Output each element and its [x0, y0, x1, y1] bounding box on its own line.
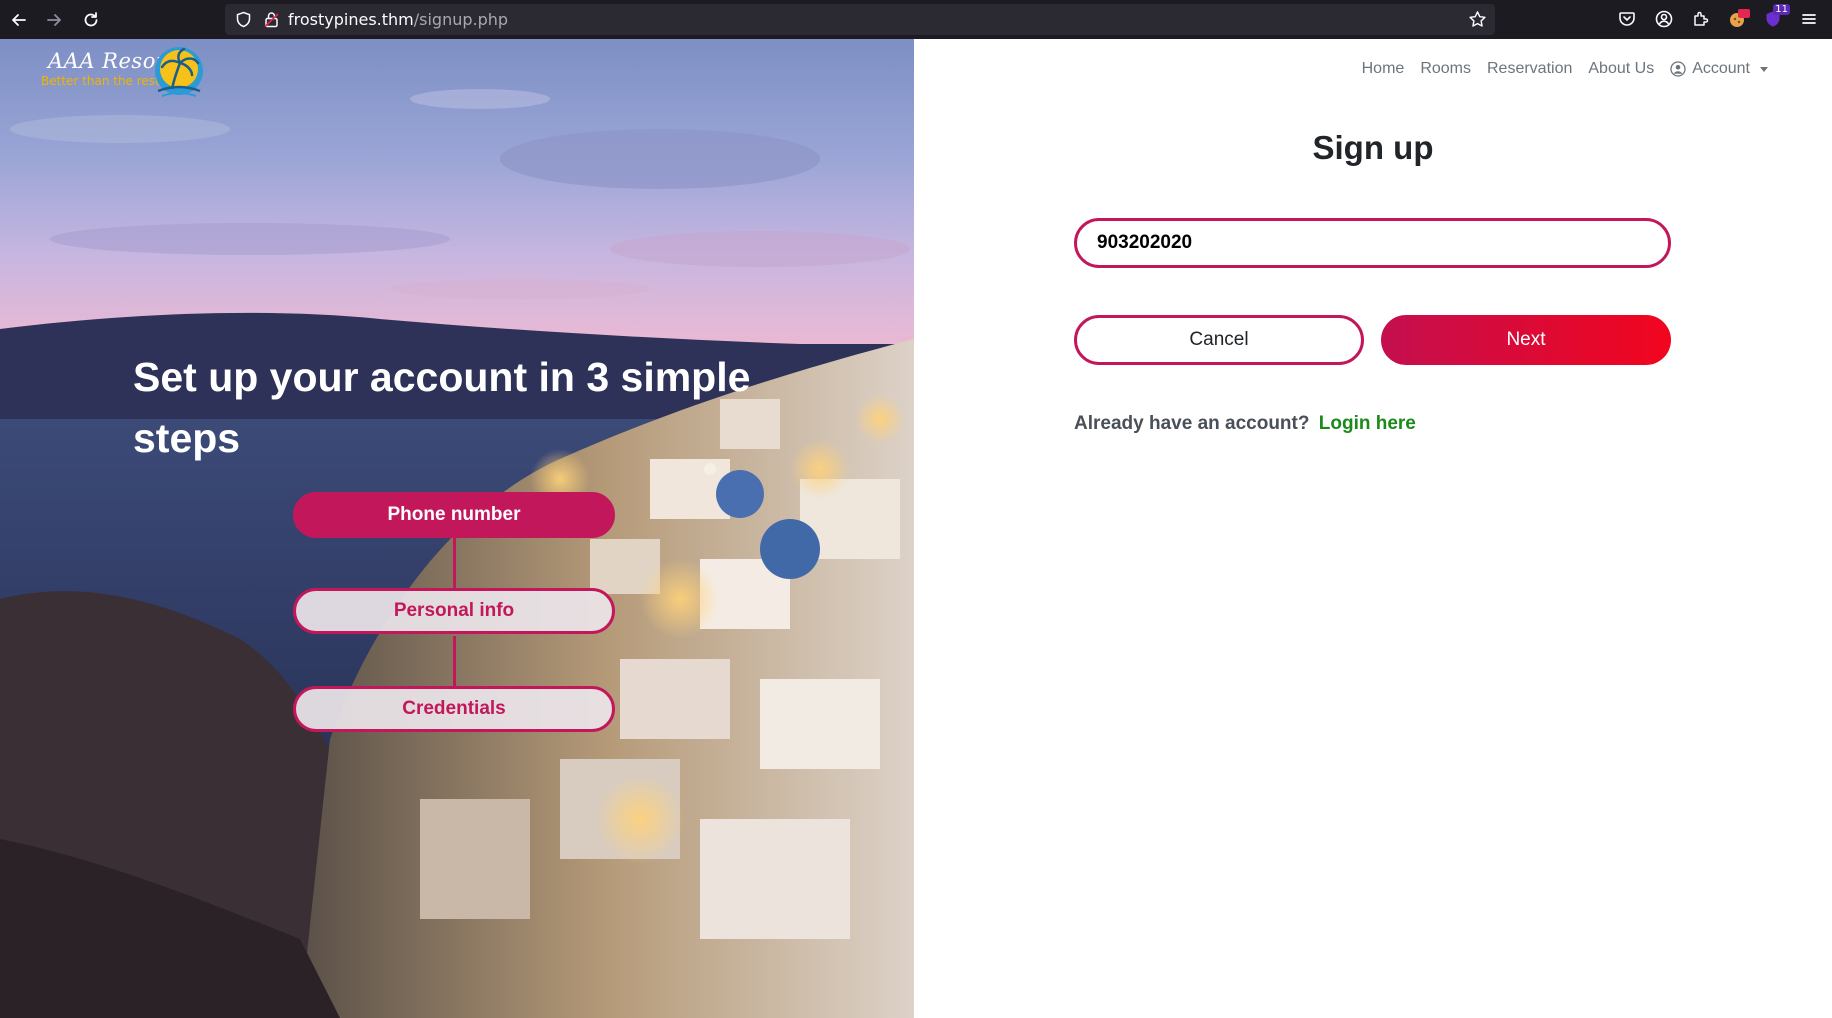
pocket-button[interactable]	[1616, 8, 1638, 30]
extension-badge	[1738, 9, 1750, 18]
nav-about-us[interactable]: About Us	[1580, 59, 1662, 79]
hamburger-menu-icon	[1802, 14, 1816, 24]
logo-tagline: Better than the rest	[41, 74, 160, 88]
arrow-left-icon	[12, 14, 26, 26]
step-connector	[453, 636, 456, 686]
extensions-button[interactable]	[1690, 8, 1712, 30]
signup-panel: Home Rooms Reservation About Us Account …	[914, 39, 1832, 1018]
nav-account-dropdown[interactable]: Account	[1662, 59, 1776, 79]
arrow-right-icon	[47, 14, 61, 26]
cancel-button[interactable]: Cancel	[1074, 315, 1364, 365]
logo[interactable]: AAA Resorts Better than the rest	[40, 43, 215, 103]
nav-reservation[interactable]: Reservation	[1479, 59, 1580, 79]
pocket-icon	[1619, 12, 1635, 26]
tracking-shield-icon[interactable]	[235, 11, 252, 28]
app-menu-button[interactable]	[1798, 8, 1820, 30]
extension-count-badge: 11	[1773, 4, 1790, 15]
caret-down-icon	[1760, 66, 1768, 72]
account-button[interactable]	[1653, 8, 1675, 30]
hero-panel: AAA Resorts Better than the rest Set up …	[0, 39, 914, 1018]
step-connector	[453, 538, 456, 588]
puzzle-icon	[1694, 11, 1709, 26]
reload-icon	[84, 12, 98, 27]
nav-rooms[interactable]: Rooms	[1412, 59, 1479, 79]
user-circle-icon	[1670, 61, 1686, 77]
extension-shield-button[interactable]: 11	[1762, 4, 1790, 30]
signup-steps: Phone number Personal info Credentials	[293, 492, 615, 777]
extension-cookie-button[interactable]	[1726, 8, 1750, 30]
account-label: Account	[1692, 60, 1750, 77]
page-title: Sign up	[1312, 129, 1434, 166]
palm-sun-icon	[155, 47, 203, 97]
address-bar[interactable]: frostypines.thm/signup.php	[225, 4, 1495, 35]
forward-button[interactable]	[40, 6, 68, 34]
step-credentials: Credentials	[293, 686, 615, 732]
browser-toolbar: frostypines.thm/signup.php 11	[0, 0, 1832, 39]
bookmark-star-icon[interactable]	[1468, 10, 1487, 29]
top-navigation: Home Rooms Reservation About Us Account	[1354, 59, 1776, 79]
login-link[interactable]: Login here	[1319, 413, 1416, 434]
login-prompt-text: Already have an account?	[1074, 413, 1310, 434]
page: AAA Resorts Better than the rest Set up …	[0, 39, 1832, 1018]
url-text[interactable]: frostypines.thm/signup.php	[288, 10, 508, 29]
login-prompt-line: Already have an account? Login here	[1074, 413, 1416, 435]
back-button[interactable]	[5, 6, 33, 34]
user-circle-icon	[1655, 10, 1673, 28]
reload-button[interactable]	[77, 6, 105, 34]
nav-home[interactable]: Home	[1354, 59, 1413, 79]
lock-warning-icon[interactable]	[263, 11, 280, 28]
url-path: /signup.php	[413, 10, 509, 29]
phone-number-input[interactable]	[1074, 218, 1671, 268]
url-host: frostypines.thm	[288, 10, 414, 29]
step-phone-number: Phone number	[293, 492, 615, 538]
next-button[interactable]: Next	[1381, 315, 1671, 365]
hero-title: Set up your account in 3 simple steps	[133, 354, 751, 461]
step-personal-info: Personal info	[293, 588, 615, 634]
